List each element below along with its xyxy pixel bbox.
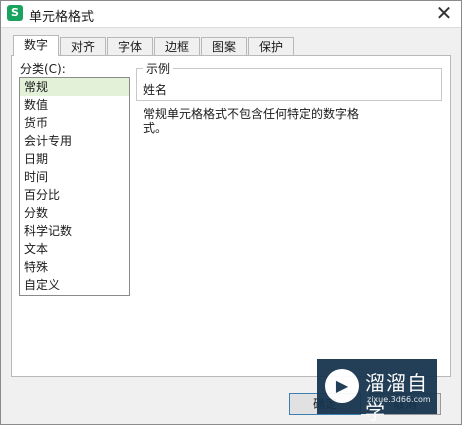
format-description: 常规单元格格式不包含任何特定的数字格式。 bbox=[143, 107, 360, 135]
play-logo-icon: ▶ bbox=[325, 369, 359, 403]
tab-font[interactable]: 字体 bbox=[107, 37, 153, 55]
format-cells-dialog: S 单元格格式 ✕ 数字 对齐 字体 边框 图案 保护 分类(C): 常规 数值… bbox=[0, 0, 462, 425]
dialog-title: 单元格格式 bbox=[29, 10, 95, 25]
category-item[interactable]: 科学记数 bbox=[20, 222, 129, 240]
sample-preview: 姓名 bbox=[143, 83, 168, 97]
category-item[interactable]: 文本 bbox=[20, 240, 129, 258]
number-tab-panel: 分类(C): 常规 数值 货币 会计专用 日期 时间 百分比 分数 科学记数 文… bbox=[11, 55, 451, 377]
watermark-overlay: ▶ 溜溜自学 zixue.3d66.com bbox=[317, 359, 437, 424]
tab-pattern[interactable]: 图案 bbox=[201, 37, 247, 55]
category-item[interactable]: 常规 bbox=[20, 78, 129, 96]
category-item[interactable]: 数值 bbox=[20, 96, 129, 114]
tab-alignment[interactable]: 对齐 bbox=[60, 37, 106, 55]
category-item[interactable]: 货币 bbox=[20, 114, 129, 132]
title-bar[interactable]: S 单元格格式 ✕ bbox=[1, 1, 461, 28]
category-item[interactable]: 特殊 bbox=[20, 258, 129, 276]
sample-legend: 示例 bbox=[143, 60, 174, 77]
sample-group: 示例 姓名 bbox=[136, 60, 442, 101]
category-item[interactable]: 百分比 bbox=[20, 186, 129, 204]
category-item[interactable]: 分数 bbox=[20, 204, 129, 222]
category-label: 分类(C): bbox=[20, 62, 66, 76]
category-item[interactable]: 日期 bbox=[20, 150, 129, 168]
category-item[interactable]: 时间 bbox=[20, 168, 129, 186]
category-listbox[interactable]: 常规 数值 货币 会计专用 日期 时间 百分比 分数 科学记数 文本 特殊 自定… bbox=[19, 77, 130, 296]
watermark-url: zixue.3d66.com bbox=[367, 395, 431, 404]
category-item[interactable]: 会计专用 bbox=[20, 132, 129, 150]
tab-protection[interactable]: 保护 bbox=[248, 37, 294, 55]
tab-number[interactable]: 数字 bbox=[13, 35, 59, 56]
wps-spreadsheet-icon: S bbox=[7, 5, 23, 21]
category-item[interactable]: 自定义 bbox=[20, 276, 129, 294]
tab-border[interactable]: 边框 bbox=[154, 37, 200, 55]
close-icon[interactable]: ✕ bbox=[433, 3, 455, 25]
